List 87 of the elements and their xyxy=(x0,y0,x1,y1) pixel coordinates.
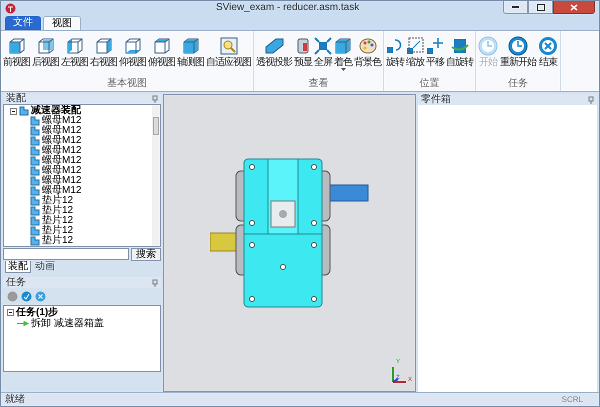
cube-icon xyxy=(94,36,112,54)
cube-icon xyxy=(36,36,54,54)
minimize-button[interactable] xyxy=(503,1,528,14)
tree-item[interactable]: 垫片12 xyxy=(42,216,74,226)
status-text: 就绪 xyxy=(5,394,25,404)
clock-icon xyxy=(478,36,498,56)
close-icon xyxy=(570,4,578,10)
cube-icon xyxy=(124,36,142,54)
tree-item[interactable]: 螺母M12 xyxy=(42,146,82,156)
group-label: 查看 xyxy=(308,78,330,91)
panel-title: 装配 xyxy=(6,94,26,104)
panel-title: 任务 xyxy=(6,278,26,288)
zoom-icon xyxy=(406,36,424,54)
collapse-icon[interactable] xyxy=(7,309,14,316)
palette-icon xyxy=(358,36,376,54)
ribbon-button[interactable]: 平移 xyxy=(425,35,445,68)
window-title: SView_exam - reducer.asm.task xyxy=(216,2,360,14)
ribbon-button[interactable]: 后视图 xyxy=(31,35,60,68)
cube-icon xyxy=(182,36,200,54)
ribbon-button[interactable]: 结束 xyxy=(537,35,559,68)
tree-item[interactable]: 拆卸 减速器箱盖 xyxy=(31,318,104,328)
minimize-icon xyxy=(512,6,519,8)
tree-item[interactable]: 垫片12 xyxy=(42,226,74,236)
ribbon-button[interactable]: 旋转 xyxy=(385,35,405,68)
close-icon xyxy=(538,36,558,56)
tree-item[interactable]: 螺母M12 xyxy=(42,126,82,136)
ribbon-button[interactable]: 左视图 xyxy=(60,35,89,68)
panel-tab[interactable]: 动画 xyxy=(33,261,57,273)
confirm-button[interactable] xyxy=(21,291,32,302)
status-indicator: SCRL xyxy=(562,394,583,404)
ribbon-button[interactable]: 右视图 xyxy=(89,35,118,68)
ribbon-tab[interactable]: 视图 xyxy=(43,16,81,30)
ribbon-button[interactable]: 预显 xyxy=(293,35,313,68)
pin-icon[interactable] xyxy=(152,95,158,103)
group-label: 位置 xyxy=(418,78,440,91)
search-button[interactable]: 搜索 xyxy=(131,248,161,261)
ribbon-button[interactable]: 仰视图 xyxy=(118,35,147,68)
ribbon-button[interactable]: 俯视图 xyxy=(147,35,176,68)
maximize-button[interactable] xyxy=(528,1,553,14)
tree-item[interactable]: 螺母M12 xyxy=(42,186,82,196)
ribbon-button[interactable]: 自旋转 xyxy=(445,35,474,68)
arrow-icon xyxy=(17,321,29,326)
close-button[interactable] xyxy=(553,1,595,14)
tree-item[interactable]: 螺母M12 xyxy=(42,136,82,146)
tree-item[interactable]: 螺母M12 xyxy=(42,156,82,166)
ribbon-button[interactable]: 背景色 xyxy=(353,35,382,68)
ribbon-button[interactable]: 缩放 xyxy=(405,35,425,68)
clock-icon xyxy=(508,36,528,56)
ribbon-button[interactable]: 着色 xyxy=(333,35,353,71)
tree-item[interactable]: 螺母M12 xyxy=(42,176,82,186)
cube-icon xyxy=(66,36,84,54)
cube-icon xyxy=(8,36,26,54)
prism-icon xyxy=(264,36,284,54)
app-logo-icon xyxy=(5,3,16,14)
fullscreen-icon xyxy=(314,36,332,54)
move-icon xyxy=(426,36,444,54)
file-tab[interactable]: 文件 xyxy=(5,16,41,30)
spin-icon xyxy=(450,36,468,54)
ribbon-button[interactable]: 全屏 xyxy=(313,35,333,68)
ribbon-button[interactable]: 前视图 xyxy=(2,35,31,68)
cube-icon xyxy=(334,36,352,54)
tree-item[interactable]: 螺母M12 xyxy=(42,116,82,126)
record-button[interactable] xyxy=(7,291,18,302)
pin-icon[interactable] xyxy=(588,96,594,104)
fit-view-icon xyxy=(220,36,238,54)
ribbon-button[interactable]: 自适应视图 xyxy=(205,35,252,68)
pin-icon[interactable] xyxy=(152,278,158,286)
ribbon-button[interactable]: 重新开始 xyxy=(499,35,537,68)
scrollbar[interactable] xyxy=(152,105,160,246)
cube-icon xyxy=(152,36,170,54)
group-label: 基本视图 xyxy=(106,78,148,91)
tree-item[interactable]: 垫片12 xyxy=(42,196,74,206)
tree-item[interactable]: 垫片12 xyxy=(42,236,74,246)
ribbon-button[interactable]: 轴测图 xyxy=(176,35,205,68)
search-field[interactable] xyxy=(3,248,129,260)
rotate-icon xyxy=(386,36,404,54)
part-icon xyxy=(295,36,311,54)
panel-title: 零件箱 xyxy=(421,94,451,104)
group-label: 任务 xyxy=(507,78,529,91)
tree-item[interactable]: 螺母M12 xyxy=(42,166,82,176)
cancel-button[interactable] xyxy=(35,291,46,302)
maximize-icon xyxy=(536,4,544,10)
panel-tab[interactable]: 装配 xyxy=(5,261,31,273)
ribbon-button[interactable]: 透视投影 xyxy=(255,35,293,68)
collapse-icon[interactable] xyxy=(10,108,17,114)
tree-item[interactable]: 垫片12 xyxy=(42,206,74,216)
tree-item[interactable]: 任务(1)步 xyxy=(16,308,58,318)
